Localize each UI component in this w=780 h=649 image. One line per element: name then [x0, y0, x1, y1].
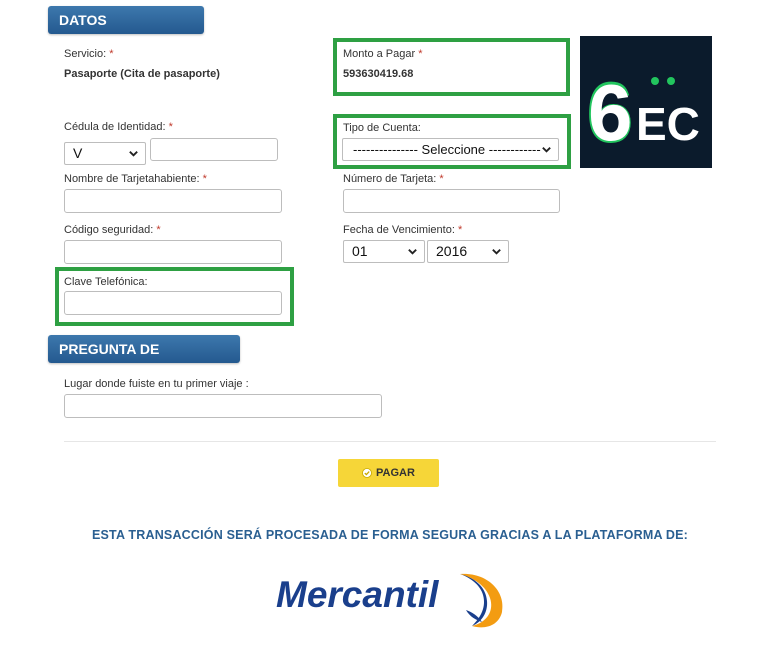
- pay-button[interactable]: PAGAR: [338, 459, 439, 487]
- id-label: Cédula de Identidad: *: [64, 121, 173, 133]
- phone-key-input[interactable]: [64, 291, 282, 315]
- id-type-value: V: [73, 145, 83, 161]
- secure-processing-note: ESTA TRANSACCIÓN SERÁ PROCESADA DE FORMA…: [91, 528, 689, 542]
- id-type-select[interactable]: V: [64, 142, 146, 165]
- service-label: Servicio: *: [64, 48, 114, 60]
- account-type-select[interactable]: --------------- Seleccione ------------: [342, 138, 559, 161]
- id-number-input[interactable]: [150, 138, 278, 161]
- service-value: Pasaporte (Cita de pasaporte): [64, 68, 220, 80]
- security-code-label: Código seguridad: *: [64, 224, 161, 236]
- chevron-down-icon: [129, 151, 138, 157]
- account-type-label: Tipo de Cuenta:: [343, 122, 421, 134]
- card-number-label: Número de Tarjeta: *: [343, 173, 444, 185]
- expiry-month-value: 01: [352, 243, 368, 259]
- amount-label: Monto a Pagar *: [343, 48, 423, 60]
- section-datos-personales: DATOS PERSONALES: [48, 6, 204, 56]
- chevron-down-icon: [492, 249, 501, 255]
- check-circle-icon: [362, 468, 372, 478]
- expiry-year-select[interactable]: 2016: [427, 240, 509, 263]
- mercantil-swoosh-icon: [460, 573, 503, 628]
- expiry-label: Fecha de Vencimiento: *: [343, 224, 463, 236]
- 6ec-logo: 6 6 EC: [580, 36, 712, 168]
- phone-key-label: Clave Telefónica:: [64, 276, 148, 288]
- 6ec-logo-mark: 6 6 EC: [586, 65, 700, 161]
- chevron-down-icon: [542, 147, 551, 153]
- expiry-year-value: 2016: [436, 243, 468, 259]
- divider: [64, 441, 716, 442]
- security-question-label: Lugar donde fuiste en tu primer viaje :: [64, 378, 249, 390]
- holder-label: Nombre de Tarjetahabiente: *: [64, 173, 207, 185]
- holder-name-input[interactable]: [64, 189, 282, 213]
- security-answer-input[interactable]: [64, 394, 382, 418]
- pay-button-label: PAGAR: [376, 467, 415, 479]
- card-number-input[interactable]: [343, 189, 560, 213]
- account-type-value: --------------- Seleccione ------------: [353, 142, 541, 157]
- chevron-down-icon: [408, 249, 417, 255]
- logo-text: EC: [636, 98, 700, 150]
- mercantil-logo: Mercantil: [276, 568, 508, 630]
- svg-text:6: 6: [588, 68, 633, 157]
- amount-value: 593630419.68: [343, 68, 414, 80]
- amount-highlight: [333, 38, 570, 96]
- mercantil-wordmark: Mercantil: [276, 574, 439, 615]
- section-pregunta-seguridad: PREGUNTA DE SEGURIDAD: [48, 335, 240, 385]
- expiry-month-select[interactable]: 01: [343, 240, 425, 263]
- security-code-input[interactable]: [64, 240, 282, 264]
